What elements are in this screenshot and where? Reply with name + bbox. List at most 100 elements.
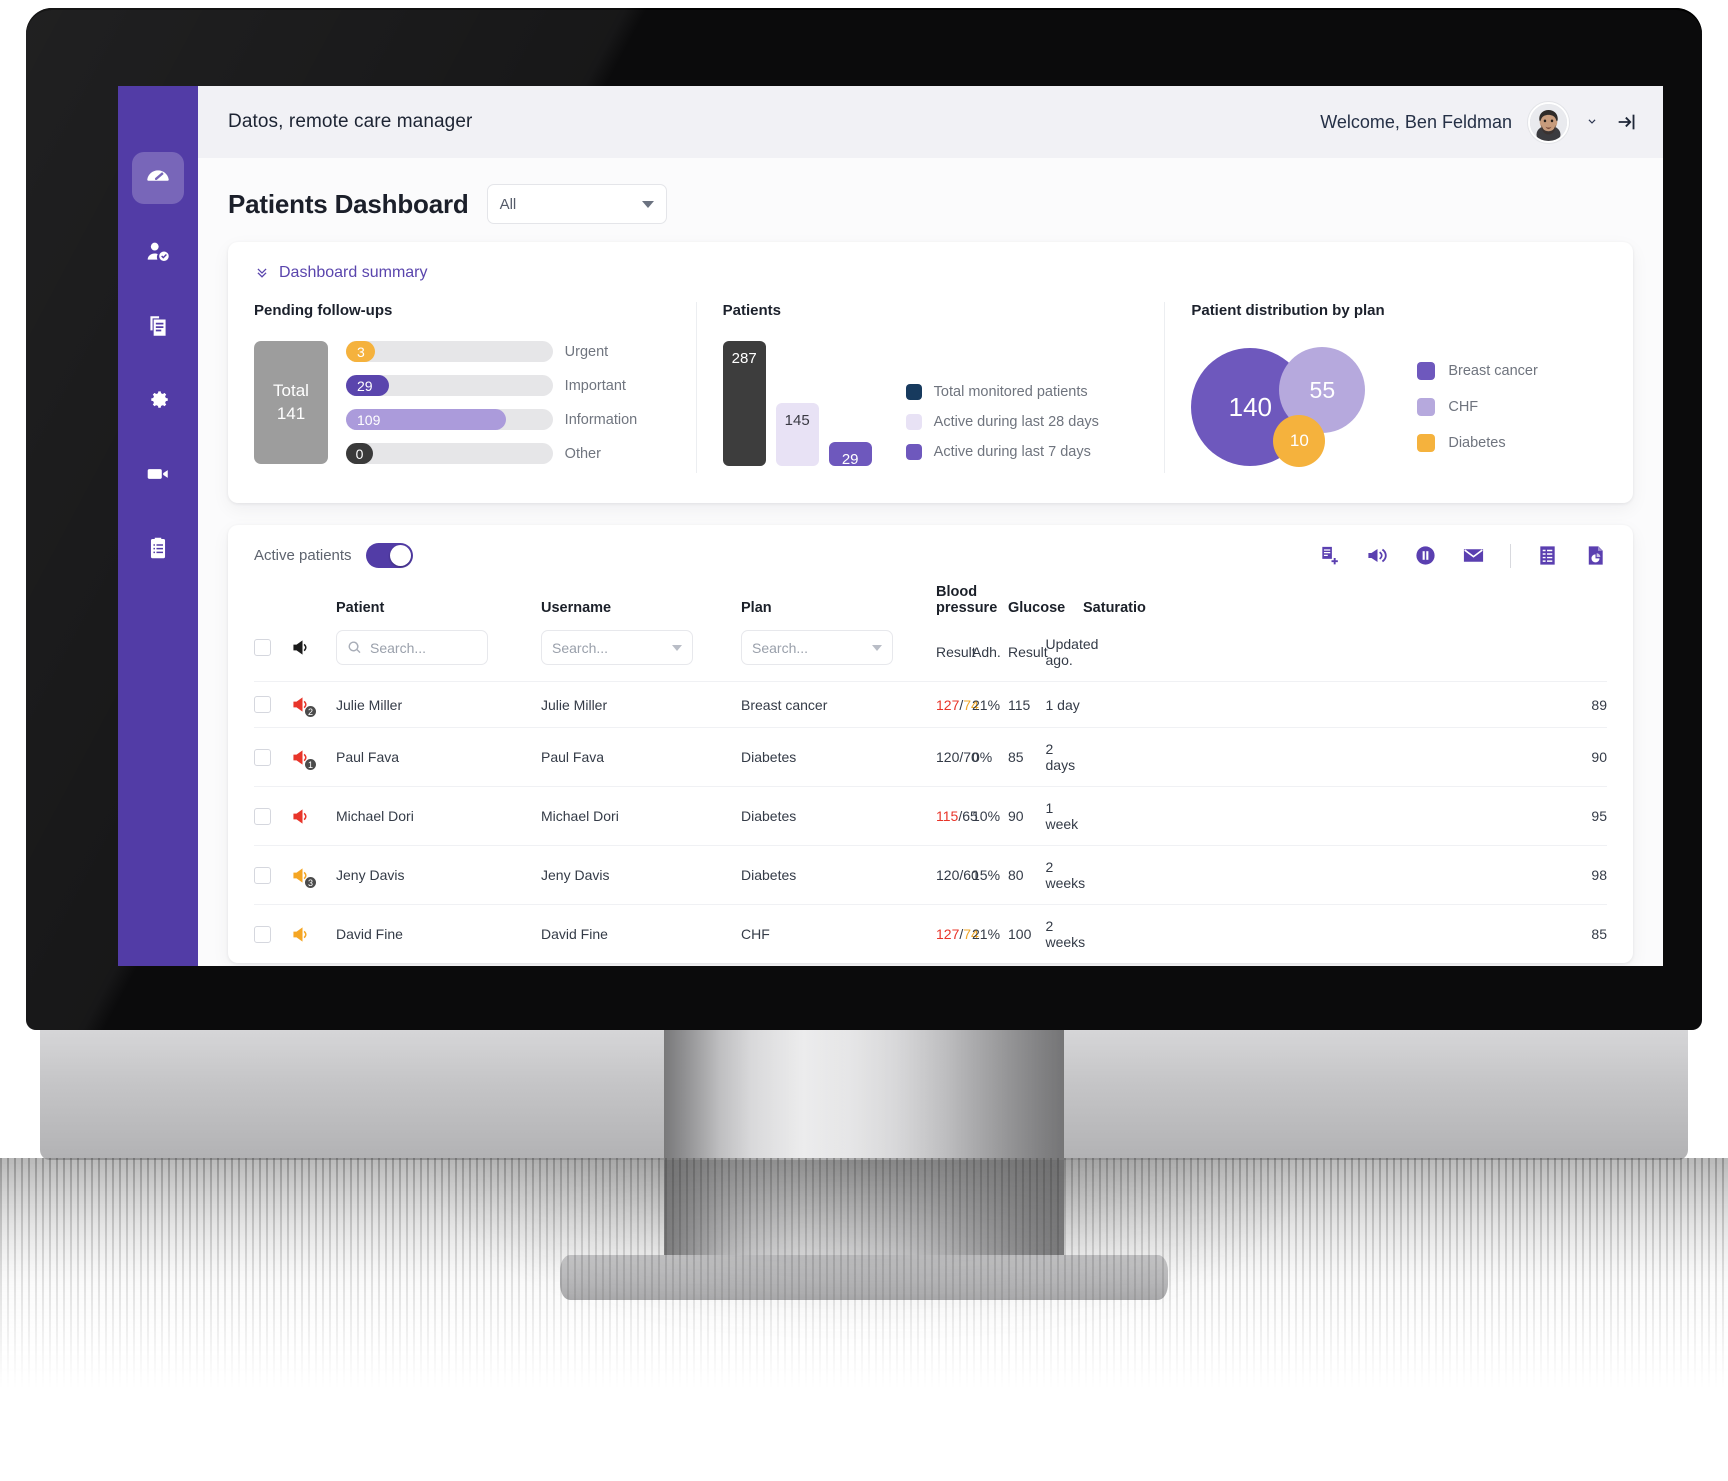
megaphone-icon[interactable]: 3	[292, 866, 317, 889]
legend-item: Active during last 7 days	[905, 444, 1099, 460]
followups-total: Total 141	[254, 341, 328, 464]
alert-count-badge: 1	[304, 757, 317, 771]
welcome-text: Welcome, Ben Feldman	[1320, 111, 1512, 132]
screen: Datos, remote care manager Welcome, Ben …	[118, 86, 1663, 966]
cell-saturation: 95	[1083, 786, 1607, 846]
patients-bar: 29	[828, 442, 872, 468]
megaphone-icon[interactable]: 1	[292, 748, 317, 771]
table-row[interactable]: 3 Jeny Davis Jeny Davis Diabetes 120/60 15% 80…	[254, 845, 1607, 905]
alert-count-badge: 2	[304, 705, 317, 718]
dashboard-summary-card: Dashboard summary Pending follow-ups Tot…	[228, 242, 1633, 503]
cell-updated-ago: 1 week	[1045, 786, 1083, 846]
table-row[interactable]: Michael Dori Michael Dori Diabetes 115/65 10…	[254, 786, 1607, 846]
cell-plan: Breast cancer	[741, 681, 936, 728]
th-bp-result: Result	[936, 644, 976, 660]
table-row[interactable]: David Fine David Fine CHF 127/74 21% 100 2 wee…	[254, 904, 1607, 963]
cell-adherence: 21%	[972, 904, 1008, 963]
table-row[interactable]: 1 Paul Fava Paul Fava Diabetes 120/70 0% 85 2 d…	[254, 727, 1607, 787]
cell-updated-ago: 2 days	[1045, 727, 1083, 787]
cell-blood-pressure: 127/74	[936, 681, 979, 728]
active-patients-toggle[interactable]	[365, 543, 413, 568]
table-toolbar: Active patients	[254, 543, 1607, 568]
dashboard-filter-select[interactable]: All	[486, 184, 667, 224]
legend-swatch	[1417, 434, 1436, 452]
username-search-placeholder: Search...	[552, 639, 609, 656]
th-bp-adh: Adh.	[972, 644, 1001, 660]
add-to-list-icon[interactable]	[1318, 544, 1341, 567]
megaphone-icon[interactable]	[292, 807, 313, 826]
logout-button[interactable]	[1615, 111, 1637, 133]
dashboard-filter-value: All	[499, 195, 517, 213]
sidebar-item-patients[interactable]	[132, 226, 184, 278]
alert-count-badge: 3	[304, 875, 317, 889]
cell-glucose: 90	[1008, 786, 1046, 846]
page-head: Patients Dashboard All	[198, 158, 1663, 232]
distribution-legend: Breast cancer CHF Diabetes	[1417, 362, 1538, 452]
table-row[interactable]: 2 Julie Miller Julie Miller Breast cancer 12…	[254, 681, 1607, 728]
sidebar-item-reports[interactable]	[132, 522, 184, 574]
legend-item: Active during last 28 days	[905, 414, 1099, 430]
patients-legend: Total monitored patients Active during la…	[905, 384, 1099, 466]
row-checkbox[interactable]	[254, 748, 271, 766]
chevron-down-icon	[641, 200, 654, 208]
row-checkbox[interactable]	[254, 807, 271, 825]
sidebar-item-settings[interactable]	[132, 374, 184, 426]
megaphone-icon[interactable]	[292, 638, 313, 657]
followup-value: 109	[346, 409, 506, 430]
username-search-select[interactable]: Search...	[541, 630, 693, 665]
plan-search-select[interactable]: Search...	[741, 630, 893, 665]
followup-row: 29 Important	[346, 375, 670, 396]
select-all-checkbox[interactable]	[254, 639, 271, 656]
gear-icon	[145, 387, 171, 413]
file-report-icon[interactable]	[1584, 544, 1607, 567]
legend-swatch	[1417, 398, 1436, 416]
megaphone-icon[interactable]: 2	[292, 695, 317, 718]
patient-search-placeholder: Search...	[370, 639, 427, 656]
legend-item: Breast cancer	[1417, 362, 1538, 380]
sidebar	[118, 86, 258, 966]
avatar[interactable]	[1528, 101, 1569, 143]
megaphone-icon[interactable]	[292, 925, 313, 944]
followup-label: Urgent	[564, 343, 609, 360]
followups-total-value: 141	[276, 403, 306, 423]
cell-adherence: 0%	[972, 727, 1008, 787]
user-menu-chevron[interactable]	[1585, 115, 1599, 129]
legend-label: Active during last 28 days	[933, 414, 1099, 430]
cell-username: Julie Miller	[541, 681, 741, 728]
avatar-photo	[1530, 103, 1567, 141]
cell-glucose: 115	[1008, 681, 1046, 728]
document-list-icon[interactable]	[1536, 544, 1559, 567]
envelope-icon[interactable]	[1462, 544, 1485, 567]
row-checkbox[interactable]	[254, 925, 271, 943]
row-checkbox[interactable]	[254, 866, 271, 884]
legend-item: Total monitored patients	[905, 384, 1099, 400]
legend-label: Active during last 7 days	[933, 444, 1091, 460]
followup-label: Information	[564, 411, 638, 428]
row-checkbox[interactable]	[254, 696, 271, 713]
copy-documents-icon	[145, 313, 171, 339]
sidebar-item-dashboard[interactable]	[132, 152, 184, 204]
cell-adherence: 15%	[972, 845, 1008, 905]
sidebar-scroll-hint	[230, 956, 258, 960]
cell-patient: Julie Miller	[336, 681, 541, 728]
panel-pending-followups: Pending follow-ups Total 141 3 Urgent 29 Im…	[228, 302, 696, 473]
dashboard-summary-toggle[interactable]: Dashboard summary	[228, 242, 1633, 286]
th-plan: Plan	[741, 600, 772, 616]
plan-search-placeholder: Search...	[752, 639, 809, 656]
sidebar-item-documents[interactable]	[132, 300, 184, 352]
table-header-row: Patient Username Plan Blood pressure Glu…	[254, 584, 1607, 623]
cell-plan: Diabetes	[741, 727, 936, 787]
cell-adherence: 21%	[972, 681, 1008, 728]
megaphone-icon[interactable]	[1366, 544, 1389, 567]
cell-glucose: 100	[1008, 904, 1046, 963]
distribution-bubbles: 140 55 10	[1191, 341, 1391, 473]
chevron-down-icon	[1585, 115, 1599, 129]
th-saturation: Saturatio	[1083, 600, 1146, 616]
patients-bar: 287	[722, 341, 766, 466]
patient-search-input[interactable]: Search...	[336, 630, 488, 665]
pause-icon[interactable]	[1414, 544, 1437, 567]
cell-patient: Jeny Davis	[336, 845, 541, 905]
th-blood-pressure: Blood pressure	[936, 584, 998, 616]
followup-track: 0	[346, 443, 553, 464]
sidebar-item-video-visits[interactable]	[132, 448, 184, 500]
